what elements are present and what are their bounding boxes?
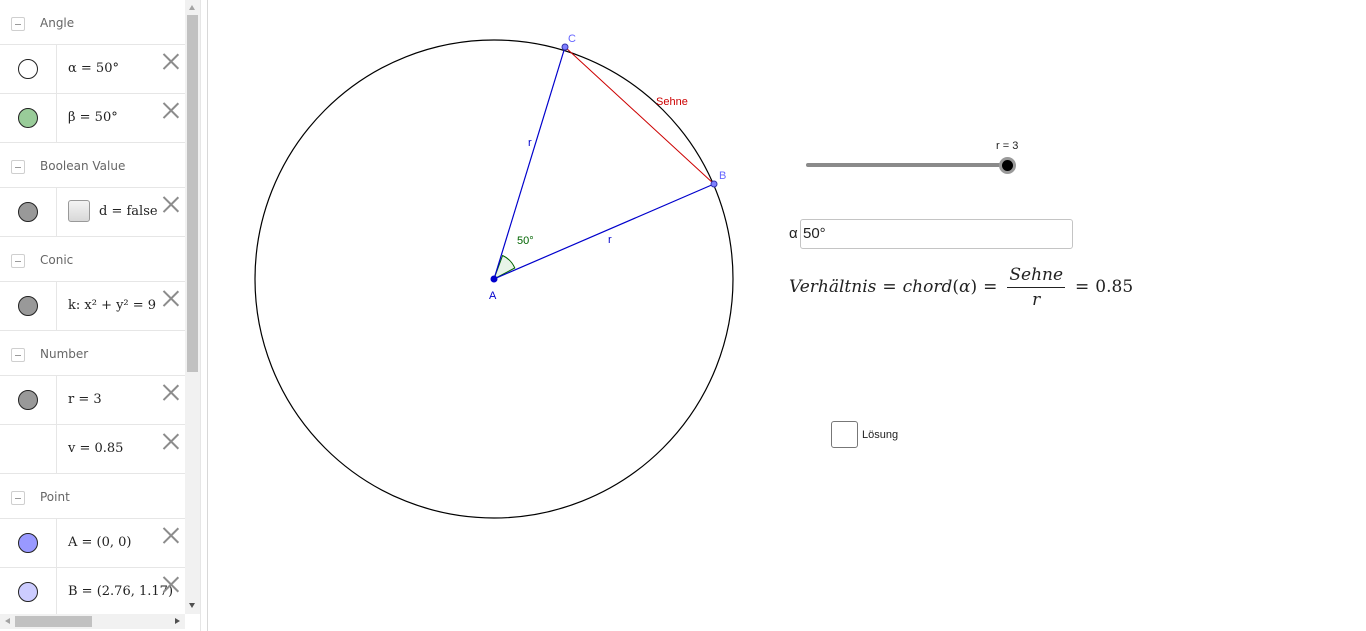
segment-ab[interactable]: [493, 183, 715, 280]
ratio-formula: Verhältnis = chord (α) = Sehne r = 0.85: [789, 264, 1134, 310]
formula-equals: =: [1075, 277, 1090, 297]
algebra-item-v[interactable]: v = 0.85: [0, 425, 185, 474]
delete-icon[interactable]: [162, 52, 180, 70]
item-definition[interactable]: β = 50°: [68, 110, 118, 125]
graphics-view[interactable]: A B C r r Sehne 50° r = 3 α 50° Verhältn…: [208, 0, 1366, 631]
group-header-angle[interactable]: Angle: [0, 0, 185, 45]
group-label: Boolean Value: [40, 159, 126, 173]
formula-result: 0.85: [1095, 277, 1134, 297]
formula-equals: =: [882, 277, 897, 297]
horizontal-scroll-thumb[interactable]: [15, 616, 92, 627]
fraction-numerator: Sehne: [1007, 265, 1066, 288]
algebra-item-k[interactable]: k: x² + y² = 9: [0, 282, 185, 331]
item-definition[interactable]: v = 0.85: [68, 441, 123, 456]
point-c-label: C: [568, 33, 576, 45]
visibility-marble[interactable]: [18, 533, 38, 553]
delete-icon[interactable]: [162, 432, 180, 450]
group-header-conic[interactable]: Conic: [0, 237, 185, 282]
visibility-marble[interactable]: [18, 59, 38, 79]
delete-icon[interactable]: [162, 383, 180, 401]
point-a-label: A: [489, 290, 497, 302]
item-definition[interactable]: k: x² + y² = 9: [68, 298, 156, 313]
collapse-icon[interactable]: [11, 17, 25, 31]
algebra-list: Angle α = 50° β = 50° Boolean Value d = …: [0, 0, 185, 614]
delete-icon[interactable]: [162, 289, 180, 307]
item-definition[interactable]: A = (0, 0): [68, 535, 132, 550]
group-header-number[interactable]: Number: [0, 331, 185, 376]
algebra-item-alpha[interactable]: α = 50°: [0, 45, 185, 94]
point-b-label: B: [719, 170, 726, 182]
point-b[interactable]: [710, 180, 718, 188]
collapse-icon[interactable]: [11, 254, 25, 268]
formula-equals: =: [983, 277, 998, 297]
chord-label: Sehne: [656, 96, 688, 108]
scroll-down-arrow-icon[interactable]: [189, 603, 195, 608]
delete-icon[interactable]: [162, 526, 180, 544]
slider-label: r = 3: [996, 140, 1019, 152]
algebra-item-r[interactable]: r = 3: [0, 376, 185, 425]
formula-arg: α: [958, 277, 971, 297]
horizontal-scrollbar[interactable]: [0, 614, 185, 629]
fraction-denominator: r: [1032, 289, 1041, 310]
algebra-item-A[interactable]: A = (0, 0): [0, 519, 185, 568]
delete-icon[interactable]: [162, 575, 180, 593]
formula-func: chord: [902, 277, 953, 297]
algebra-item-B[interactable]: B = (2.76, 1.17): [0, 568, 185, 614]
formula-lhs: Verhältnis: [789, 277, 877, 297]
item-definition[interactable]: B = (2.76, 1.17): [68, 584, 173, 599]
delete-icon[interactable]: [162, 101, 180, 119]
item-definition[interactable]: α = 50°: [68, 61, 119, 76]
group-header-boolean[interactable]: Boolean Value: [0, 143, 185, 188]
algebra-item-d[interactable]: d = false: [0, 188, 185, 237]
collapse-icon[interactable]: [11, 348, 25, 362]
group-label: Conic: [40, 253, 74, 267]
angle-label: 50°: [517, 235, 534, 247]
solution-checkbox[interactable]: [831, 421, 858, 448]
group-label: Number: [40, 347, 89, 361]
scroll-right-arrow-icon[interactable]: [175, 618, 180, 624]
item-definition[interactable]: d = false: [99, 204, 158, 219]
geometry-canvas[interactable]: A B C r r Sehne 50°: [208, 0, 1366, 631]
geogebra-app: Angle α = 50° β = 50° Boolean Value d = …: [0, 0, 1366, 631]
group-header-point[interactable]: Point: [0, 474, 185, 519]
solution-checkbox-label[interactable]: Lösung: [862, 429, 898, 441]
slider-track[interactable]: [806, 163, 1008, 167]
vertical-scrollbar[interactable]: [185, 0, 200, 614]
point-a[interactable]: [490, 275, 498, 283]
segment-ab-label: r: [608, 234, 612, 246]
visibility-marble[interactable]: [18, 582, 38, 602]
scroll-up-arrow-icon[interactable]: [189, 5, 195, 10]
visibility-marble[interactable]: [18, 296, 38, 316]
visibility-marble[interactable]: [18, 202, 38, 222]
collapse-icon[interactable]: [11, 160, 25, 174]
visibility-marble[interactable]: [18, 108, 38, 128]
input-label: α: [789, 225, 798, 242]
delete-icon[interactable]: [162, 195, 180, 213]
group-label: Angle: [40, 16, 75, 30]
view-divider[interactable]: [200, 0, 208, 631]
visibility-marble[interactable]: [18, 390, 38, 410]
formula-fraction: Sehne r: [1007, 265, 1066, 310]
algebra-item-beta[interactable]: β = 50°: [0, 94, 185, 143]
alpha-input-box[interactable]: 50°: [800, 219, 1073, 249]
segment-ac-label: r: [528, 137, 532, 149]
slider-handle[interactable]: [999, 157, 1016, 174]
vertical-scroll-thumb[interactable]: [187, 15, 198, 372]
scroll-left-arrow-icon[interactable]: [5, 618, 10, 624]
item-definition[interactable]: r = 3: [68, 392, 102, 407]
boolean-checkbox[interactable]: [68, 200, 90, 222]
algebra-view: Angle α = 50° β = 50° Boolean Value d = …: [0, 0, 200, 631]
group-label: Point: [40, 490, 70, 504]
collapse-icon[interactable]: [11, 491, 25, 505]
chord-bc[interactable]: [564, 46, 715, 185]
